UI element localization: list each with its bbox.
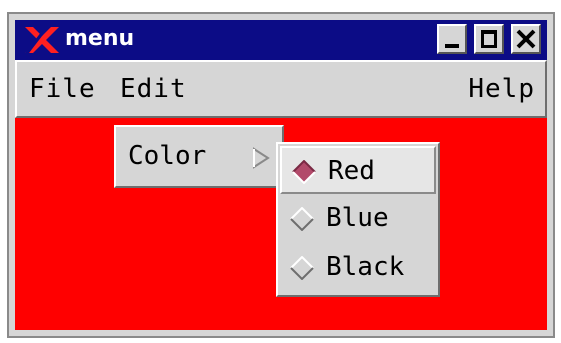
window-title: menu xyxy=(65,26,135,51)
submenu-item-black-label: Black xyxy=(326,252,405,282)
radio-unselected-icon xyxy=(290,256,314,280)
maximize-icon xyxy=(481,30,497,48)
maximize-button[interactable] xyxy=(474,24,504,54)
x-logo-icon[interactable] xyxy=(23,25,61,55)
radio-selected-icon xyxy=(292,160,316,184)
menu-item-color-label: Color xyxy=(128,141,207,171)
menu-help[interactable]: Help xyxy=(468,74,535,104)
color-submenu: Red Blue Black xyxy=(276,142,440,297)
close-icon xyxy=(516,29,536,49)
submenu-item-blue-label: Blue xyxy=(326,203,389,233)
title-bar[interactable]: menu xyxy=(15,20,547,60)
radio-unselected-icon xyxy=(290,207,314,231)
submenu-item-black[interactable]: Black xyxy=(280,244,436,292)
menu-file[interactable]: File xyxy=(29,74,96,104)
menu-bar: File Edit Help xyxy=(15,60,547,118)
cascade-arrow-icon xyxy=(253,147,270,169)
menu-edit[interactable]: Edit xyxy=(120,74,187,104)
close-button[interactable] xyxy=(511,24,541,54)
submenu-item-red[interactable]: Red xyxy=(280,146,436,194)
minimize-button[interactable] xyxy=(437,24,467,54)
submenu-item-red-label: Red xyxy=(328,156,375,186)
edit-dropdown-menu: Color xyxy=(114,125,284,188)
minimize-icon xyxy=(445,44,459,48)
submenu-item-blue[interactable]: Blue xyxy=(280,195,436,243)
